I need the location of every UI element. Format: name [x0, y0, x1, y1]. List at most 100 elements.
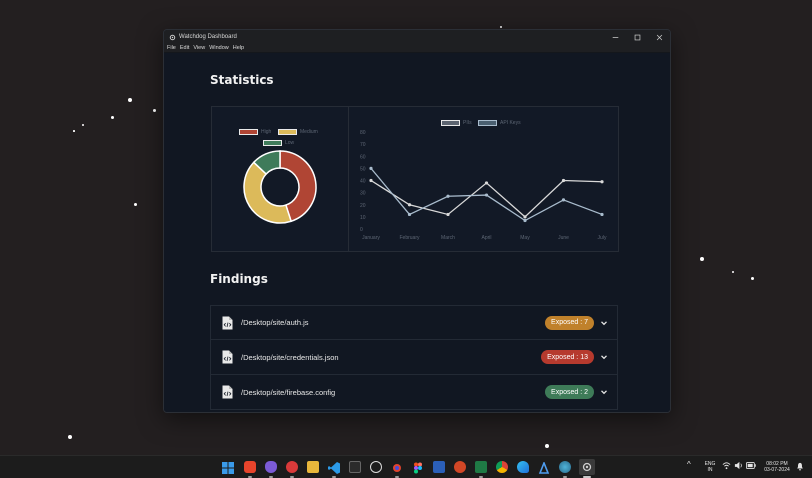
volume-icon[interactable] [734, 461, 743, 472]
menu-help[interactable]: Help [233, 45, 244, 51]
word-icon[interactable] [433, 461, 445, 473]
legend-label: High [261, 129, 272, 135]
edge-icon[interactable] [517, 461, 529, 473]
globe-icon[interactable] [559, 461, 571, 473]
figma-icon[interactable] [412, 461, 424, 474]
tray-chevron-icon[interactable]: ^ [687, 461, 691, 469]
chevron-down-icon[interactable] [599, 352, 609, 362]
data-point[interactable] [369, 178, 373, 183]
file-explorer-icon[interactable] [307, 461, 319, 473]
data-point[interactable] [484, 181, 489, 185]
y-tick-label: 70 [360, 142, 366, 148]
data-point[interactable] [600, 212, 604, 217]
minimize-icon [612, 36, 618, 38]
desktop-star [128, 98, 132, 102]
finding-row[interactable]: /Desktop/site/auth.js Exposed : 7 [210, 305, 618, 340]
y-tick-label: 40 [360, 179, 366, 185]
close-button[interactable] [648, 30, 670, 44]
region-label: IN [707, 467, 713, 473]
maximize-icon [634, 34, 640, 40]
terminal-icon[interactable] [349, 461, 361, 473]
code-file-icon [222, 385, 233, 399]
finding-row[interactable]: /Desktop/site/firebase.config Exposed : 2 [210, 375, 618, 410]
statistics-panel: High Medium Low PIIs API Keys 0 10 20 30 40 5… [211, 106, 619, 252]
vivaldi-icon[interactable] [286, 461, 298, 473]
data-point[interactable] [523, 215, 527, 219]
series-line-piis [370, 179, 603, 218]
x-tick-label: January [362, 235, 380, 241]
desktop-star [111, 116, 114, 119]
start-icon[interactable] [222, 461, 234, 474]
github-icon[interactable] [370, 461, 382, 473]
desktop-star [153, 109, 156, 112]
x-tick-label: July [598, 235, 607, 241]
menu-file[interactable]: File [167, 45, 176, 51]
azure-data-studio-icon[interactable] [538, 460, 550, 474]
title-bar[interactable]: Watchdog Dashboard [164, 30, 670, 44]
notification-bell-icon[interactable] [796, 462, 804, 473]
watchdog-app-icon[interactable] [579, 459, 595, 475]
x-tick-label: March [441, 235, 455, 241]
risk-doughnut-chart [243, 150, 317, 224]
data-point[interactable] [484, 193, 489, 197]
data-point[interactable] [407, 203, 412, 207]
battery-icon[interactable] [746, 462, 756, 471]
gear-icon [169, 34, 176, 41]
menu-view[interactable]: View [193, 45, 205, 51]
brave-browser-icon[interactable] [244, 461, 256, 473]
x-tick-label: February [399, 235, 420, 241]
data-point[interactable] [369, 166, 373, 170]
desktop-star [68, 435, 72, 439]
statistics-heading: Statistics [210, 73, 274, 87]
powerpoint-icon[interactable] [454, 461, 466, 473]
data-point[interactable] [561, 198, 566, 202]
data-point[interactable] [561, 178, 566, 183]
chevron-down-icon[interactable] [599, 387, 609, 397]
x-tick-label: April [481, 235, 491, 241]
running-indicator [563, 476, 567, 478]
running-indicator [479, 476, 483, 478]
finding-row[interactable]: /Desktop/site/credentials.json Exposed : … [210, 340, 618, 375]
finding-path: /Desktop/site/credentials.json [241, 352, 339, 362]
y-tick-label: 0 [360, 227, 363, 233]
close-icon [656, 34, 662, 40]
exposure-badge: Exposed : 2 [545, 385, 594, 399]
minimize-button[interactable] [604, 30, 626, 44]
running-indicator [290, 476, 294, 478]
legend-low[interactable]: Low [263, 140, 294, 146]
chrome-icon[interactable] [496, 461, 508, 473]
legend-high[interactable]: High [239, 129, 271, 135]
language-indicator[interactable]: ENG IN [702, 461, 718, 473]
excel-icon[interactable] [475, 461, 487, 473]
data-point[interactable] [446, 194, 450, 198]
finding-path: /Desktop/site/auth.js [241, 318, 309, 327]
clock[interactable]: 08:02 PM 03-07-2024 [760, 461, 794, 473]
legend-swatch-low [263, 140, 282, 146]
data-point[interactable] [407, 212, 412, 217]
data-point[interactable] [446, 212, 450, 217]
desktop-star [73, 130, 75, 132]
chevron-down-icon[interactable] [599, 318, 609, 328]
findings-list: /Desktop/site/auth.js Exposed : 7/Desktop… [210, 305, 618, 410]
menu-window[interactable]: Window [209, 45, 229, 51]
exposure-badge: Exposed : 13 [541, 350, 594, 364]
wifi-icon[interactable] [722, 461, 731, 472]
desktop-star [751, 277, 754, 280]
data-point[interactable] [600, 180, 604, 184]
code-file-icon [222, 316, 233, 329]
finding-path: /Desktop/site/firebase.config [241, 387, 336, 397]
y-tick-label: 20 [360, 203, 366, 209]
x-tick-label: May [520, 235, 530, 241]
data-point[interactable] [523, 218, 527, 223]
app-icon[interactable] [391, 461, 403, 473]
exposure-badge: Exposed : 7 [545, 315, 594, 330]
obsidian-icon[interactable] [265, 461, 277, 473]
desktop-star [500, 26, 502, 28]
dashboard-content[interactable]: Statistics High Medium Low PIIs API Keys… [164, 53, 670, 412]
running-indicator [248, 476, 252, 478]
maximize-button[interactable] [626, 30, 648, 44]
menu-edit[interactable]: Edit [180, 45, 189, 51]
legend-medium[interactable]: Medium [278, 129, 318, 135]
legend-swatch-high [239, 129, 258, 135]
vscode-icon[interactable] [328, 461, 340, 474]
